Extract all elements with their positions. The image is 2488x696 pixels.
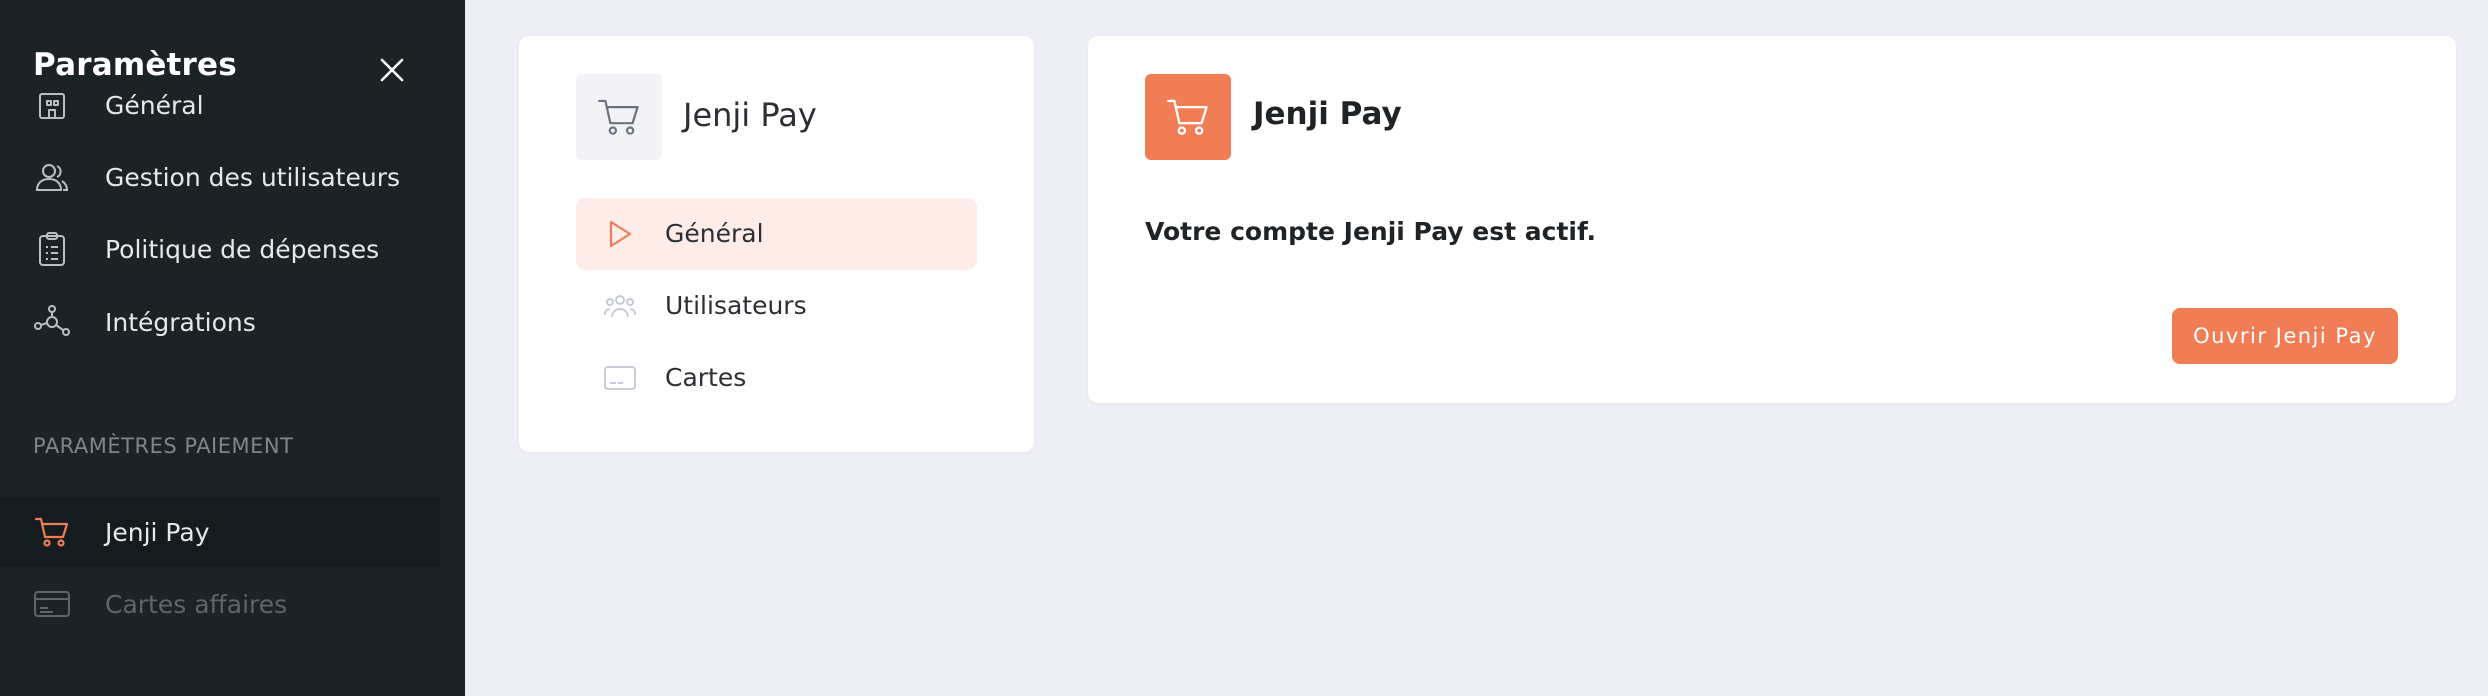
clipboard-icon (33, 230, 71, 268)
play-icon (602, 216, 638, 252)
jenji-pay-nav-card: Jenji Pay Général Utilisateurs Cartes (519, 36, 1034, 452)
close-icon (380, 58, 404, 82)
users-icon (602, 288, 638, 324)
nav-item-label: Cartes (665, 363, 747, 392)
nav-item-label: Général (665, 219, 764, 248)
sidebar-item-user-management[interactable]: Gestion des utilisateurs (0, 142, 440, 212)
sidebar-item-label: Jenji Pay (105, 517, 210, 547)
section-title-payment: PARAMÈTRES PAIEMENT (33, 434, 294, 458)
nav-item-label: Utilisateurs (665, 291, 807, 320)
settings-sidebar: Général Paramètres Gestion des utilisate… (0, 0, 465, 696)
sidebar-item-label: Gestion des utilisateurs (105, 162, 400, 192)
cart-icon-box (1145, 74, 1231, 160)
sidebar-item-expense-policy[interactable]: Politique de dépenses (0, 214, 440, 284)
nav-item-general[interactable]: Général (576, 198, 977, 270)
jenji-pay-status-card: Jenji Pay Votre compte Jenji Pay est act… (1088, 36, 2456, 403)
card-icon (602, 360, 638, 396)
account-status-text: Votre compte Jenji Pay est actif. (1145, 217, 1597, 246)
cart-icon (598, 99, 639, 135)
cart-icon-box (576, 74, 662, 160)
sidebar-item-label: Cartes affaires (105, 589, 288, 619)
card-title: Jenji Pay (683, 96, 817, 134)
integrations-icon (33, 303, 71, 341)
nav-item-users[interactable]: Utilisateurs (576, 270, 977, 342)
users-icon (33, 158, 71, 196)
cart-icon (1167, 99, 1208, 135)
sidebar-item-label: Politique de dépenses (105, 234, 380, 264)
sidebar-item-jenji-pay[interactable]: Jenji Pay (0, 497, 440, 567)
sidebar-title: Paramètres (33, 47, 237, 83)
sidebar-item-business-cards[interactable]: Cartes affaires (0, 569, 440, 639)
sidebar-item-label: Intégrations (105, 307, 256, 337)
card-title: Jenji Pay (1253, 96, 1402, 132)
close-button[interactable] (374, 52, 410, 88)
nav-item-cards[interactable]: Cartes (576, 342, 977, 414)
open-jenji-pay-button[interactable]: Ouvrir Jenji Pay (2172, 308, 2398, 364)
cart-icon (33, 513, 71, 551)
credit-card-icon (33, 585, 71, 623)
sidebar-item-integrations[interactable]: Intégrations (0, 287, 440, 357)
sidebar-item-label: Général (105, 90, 204, 120)
